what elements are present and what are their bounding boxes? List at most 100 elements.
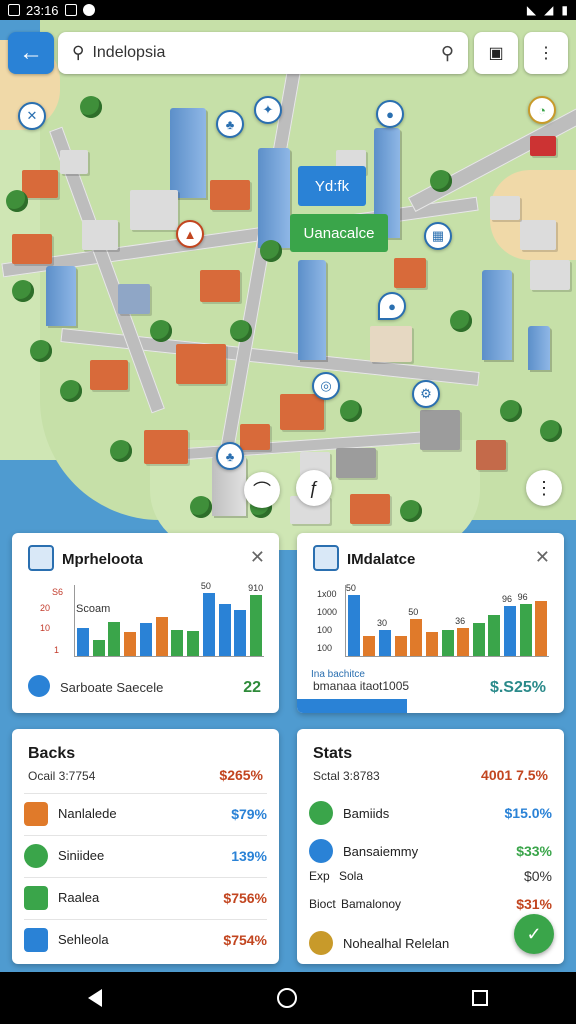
map-pin[interactable]: ▦ xyxy=(424,222,452,250)
chart-bar xyxy=(503,605,516,656)
skyscraper xyxy=(528,326,550,370)
list-item[interactable]: Bamiids $15.0% xyxy=(309,793,552,833)
document-icon xyxy=(313,545,339,571)
data-label: 36 xyxy=(455,615,466,626)
close-icon[interactable]: ✕ xyxy=(535,547,550,568)
wave-decoration xyxy=(297,699,407,713)
map-pin[interactable]: ✕ xyxy=(18,102,46,130)
status-bar: 23:16 ◣ ◢ ▮ xyxy=(0,0,576,20)
overflow-menu-button[interactable]: ⋮ xyxy=(524,32,568,74)
house xyxy=(280,394,324,430)
tree xyxy=(340,400,362,422)
list-item[interactable]: Raalea $756% xyxy=(24,877,267,917)
search-bar[interactable]: ⚲ Indelopsia ⚲ xyxy=(58,32,468,74)
list-item[interactable]: Bioct Bamalonoy $31% xyxy=(309,889,552,919)
chart-bar xyxy=(139,623,152,656)
map-pin[interactable]: ● xyxy=(376,100,404,128)
layers-button[interactable]: ⌒ xyxy=(244,472,280,508)
map-pin[interactable]: ◔ xyxy=(528,96,556,124)
profile-button[interactable]: ▣ xyxy=(474,32,518,74)
house xyxy=(22,170,58,198)
place-label[interactable]: Yd:fk xyxy=(298,166,366,206)
axis-tick-label: 20 xyxy=(40,603,51,613)
data-label: 50 xyxy=(408,606,419,617)
list-item[interactable]: Exp Sola $0% xyxy=(309,861,552,891)
nav-back-icon[interactable] xyxy=(87,989,102,1007)
confirm-fab-button[interactable]: ✓ xyxy=(514,914,554,954)
close-icon[interactable]: ✕ xyxy=(250,547,265,568)
chart-bar xyxy=(250,594,263,656)
tree xyxy=(500,400,522,422)
map-pin[interactable]: ⚙ xyxy=(412,380,440,408)
chart-bar xyxy=(108,622,121,656)
chart-bar xyxy=(234,610,247,656)
building xyxy=(82,220,118,250)
document-icon xyxy=(28,545,54,571)
data-label: 50 xyxy=(345,582,356,593)
house xyxy=(144,430,188,464)
building xyxy=(60,150,88,174)
axis-tick-label: 100 xyxy=(317,643,333,653)
skyscraper xyxy=(46,266,76,326)
map-more-button[interactable]: ⋮ xyxy=(526,470,562,506)
info-button[interactable]: ƒ xyxy=(296,470,332,506)
chart-card-left: Mprheloota ✕ Scoam S6 20 10 1 50 910 Sarb… xyxy=(12,533,279,713)
building xyxy=(370,326,412,362)
signal-icon: ◢ xyxy=(544,3,554,17)
building xyxy=(420,410,460,450)
chart-bar xyxy=(425,631,438,656)
place-label[interactable]: Uanacalce xyxy=(290,214,388,252)
list-item-label: Bamiids xyxy=(343,805,390,821)
building xyxy=(118,284,150,314)
list-item[interactable]: Sehleola $754% xyxy=(24,919,267,959)
house xyxy=(394,258,426,288)
tree xyxy=(150,320,172,342)
tree xyxy=(110,440,132,462)
house xyxy=(12,234,52,264)
house xyxy=(176,344,226,384)
wifi-icon: ◣ xyxy=(526,3,537,17)
list-item[interactable]: Nanlalede $79% xyxy=(24,793,267,833)
account-icon: ▣ xyxy=(488,45,504,62)
data-label: 30 xyxy=(377,617,388,628)
map-pin[interactable]: ♣ xyxy=(216,110,244,138)
nav-recents-icon[interactable] xyxy=(472,990,489,1006)
chat-icon xyxy=(309,839,333,863)
map-pin[interactable]: ✦ xyxy=(254,96,282,124)
skyscraper xyxy=(298,260,326,360)
map-pin[interactable]: ◎ xyxy=(312,372,340,400)
chart-bar xyxy=(187,630,200,656)
nav-home-icon[interactable] xyxy=(276,988,297,1008)
search-input[interactable]: Indelopsia xyxy=(92,44,440,62)
tree xyxy=(60,380,82,402)
map-icon xyxy=(28,675,50,697)
bar-chart: 50 30 50 36 96 96 xyxy=(345,582,549,657)
card-footer-value: 22 xyxy=(243,679,261,696)
card-title: Mprheloota xyxy=(62,551,143,568)
backs-card: Backs Ocail 3:7754 $265% Nanlalede $79% … xyxy=(12,729,279,964)
map-pin[interactable]: ♣ xyxy=(216,442,244,470)
card-title: Backs xyxy=(28,745,76,762)
list-item[interactable]: Siniidee 139% xyxy=(24,835,267,875)
check-icon: ✓ xyxy=(526,923,542,944)
map-pin[interactable]: ▲ xyxy=(176,220,204,248)
card-subtitle-value: $265% xyxy=(219,767,263,783)
axis-tick-label: 1x00 xyxy=(317,589,337,599)
chart-bar xyxy=(363,636,376,656)
image-icon xyxy=(64,4,77,16)
list-item-label: Raalea xyxy=(58,890,100,905)
building xyxy=(336,448,376,478)
chart-bar xyxy=(457,627,470,656)
chart-bar xyxy=(202,592,215,656)
location-pin-icon[interactable]: ● xyxy=(378,292,406,320)
chart-bar xyxy=(488,614,501,656)
magnifier-icon[interactable]: ⚲ xyxy=(441,43,454,64)
list-item-value: $15.0% xyxy=(504,805,552,821)
chart-card-right: IMdalatce ✕ 1x00 1000 100 100 50 30 50 36 96… xyxy=(297,533,564,713)
building xyxy=(130,190,178,230)
badge-icon xyxy=(309,931,333,955)
list-item-value: 139% xyxy=(231,847,267,864)
list-item-label: Bansaiemmy xyxy=(343,843,419,859)
card-subtitle-value: 4001 7.5% xyxy=(481,767,548,783)
back-button[interactable]: ← xyxy=(8,32,54,74)
